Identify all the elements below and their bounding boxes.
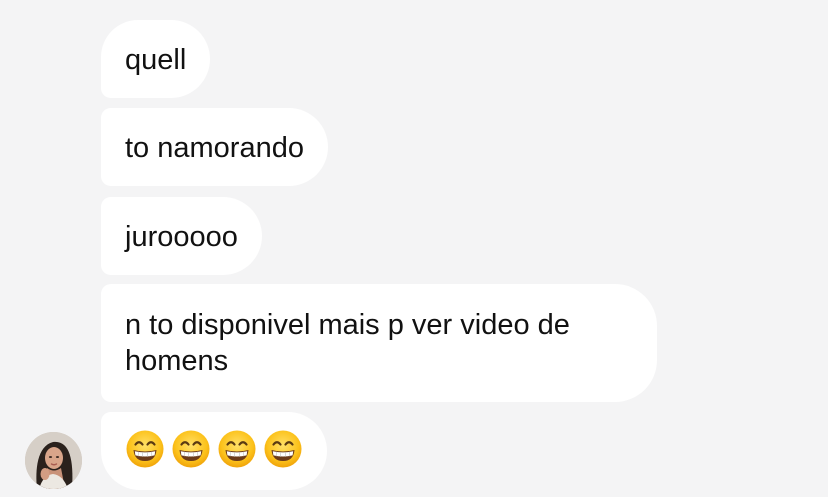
message-text-line: homens xyxy=(125,345,229,377)
message-text: quell xyxy=(125,44,187,76)
message-text: to namorando xyxy=(125,132,304,164)
message-text-line: n to disponivel mais p ver video de xyxy=(125,309,570,341)
message-bubble[interactable]: n to disponivel mais p ver video de home… xyxy=(101,284,657,402)
grinning-face-emoji-icon xyxy=(172,430,210,468)
message-bubble[interactable]: quell xyxy=(101,20,211,98)
grinning-face-emoji-icon xyxy=(264,430,302,468)
message-bubble[interactable]: to namorando xyxy=(101,108,328,186)
message-text: jurooooo xyxy=(125,221,238,253)
grinning-face-emoji-icon xyxy=(126,430,164,468)
message-bubble[interactable]: jurooooo xyxy=(101,197,262,275)
grinning-face-emoji-icon xyxy=(218,430,256,468)
chat-thread: quell to namorando jurooooo n to disponi… xyxy=(0,0,828,497)
emoji-row xyxy=(125,429,303,469)
profile-photo-icon xyxy=(25,432,82,489)
sender-avatar[interactable] xyxy=(25,432,82,489)
emoji-message-bubble[interactable] xyxy=(101,412,327,490)
